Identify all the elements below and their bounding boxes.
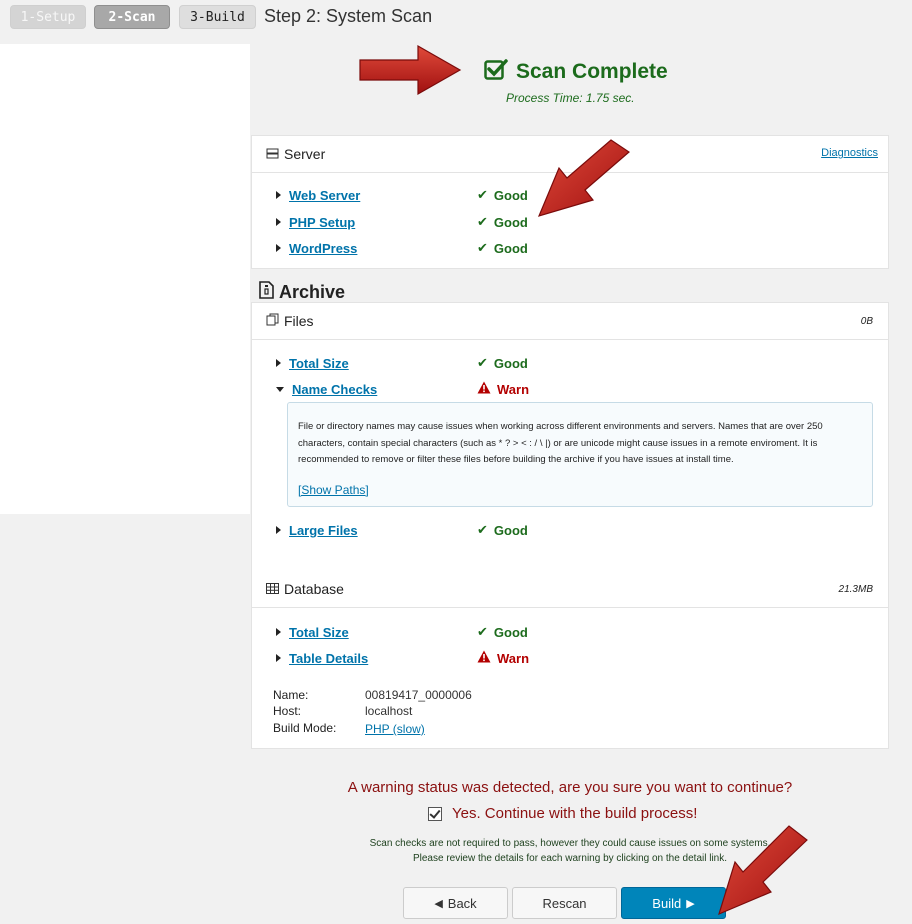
table-icon [266,581,279,597]
status-badge: ✔ Good [477,522,528,538]
name-checks-details-text: File or directory names may cause issues… [298,421,823,465]
build-button[interactable]: Build ▶ [621,887,726,919]
db-build-mode-link[interactable]: PHP (slow) [365,722,425,736]
status-badge: ✔ Good [477,624,528,640]
files-section-title: Files [284,313,314,329]
db-name-label: Name: [273,688,309,702]
continue-confirm-label[interactable]: Yes. Continue with the build process! [452,805,697,822]
warning-icon [477,381,491,397]
db-host-label: Host: [273,704,302,718]
name-checks-details-box: File or directory names may cause issues… [287,402,873,507]
check-icon: ✔ [477,624,488,639]
annotation-arrow-icon [359,44,462,96]
continue-checkbox[interactable] [428,806,442,821]
database-size: 21.3MB [838,584,873,595]
status-badge: ✔ Good [477,355,528,371]
check-table-details[interactable]: Table Details [276,649,368,667]
files-section-header: Files 0B [252,303,888,340]
check-files-total-size[interactable]: Total Size [276,354,349,372]
server-icon [266,146,279,162]
archive-title: Archive [259,281,345,304]
db-host-value: localhost [365,704,413,718]
server-panel-title: Server [284,146,326,162]
scan-complete-title: Scan Complete [516,60,668,83]
check-db-total-size[interactable]: Total Size [276,623,349,641]
caret-right-icon [276,244,281,252]
left-white-area [0,44,250,514]
check-icon: ✔ [477,522,488,537]
status-badge: ✔ Good [477,240,528,256]
archive-file-icon [259,281,274,304]
annotation-arrow-icon [537,139,630,217]
warning-icon [477,650,491,666]
db-build-mode-label: Build Mode: [273,721,337,735]
step-scan-button[interactable]: 2-Scan [94,5,170,29]
show-paths-link[interactable]: [Show Paths] [298,483,369,497]
check-web-server[interactable]: Web Server [276,186,360,204]
check-name-checks[interactable]: Name Checks [276,380,377,398]
arrow-left-icon: ◀ [434,897,443,910]
check-icon: ✔ [477,214,488,229]
annotation-arrow-icon [718,825,808,916]
back-button[interactable]: ◀ Back [403,887,508,919]
files-icon [266,313,279,329]
caret-right-icon [276,628,281,636]
status-badge: ✔ Good [477,187,528,203]
check-php-setup[interactable]: PHP Setup [276,213,355,231]
step-setup-button[interactable]: 1-Setup [10,5,86,29]
check-icon: ✔ [477,187,488,202]
page-title: Step 2: System Scan [264,6,433,26]
check-icon: ✔ [477,355,488,370]
diagnostics-link[interactable]: Diagnostics [821,147,878,159]
step-build-button[interactable]: 3-Build [179,5,256,29]
database-section-header: Database 21.3MB [252,571,888,608]
check-wordpress[interactable]: WordPress [276,239,357,257]
database-section-title: Database [284,581,344,597]
scan-complete-header: Scan Complete [484,58,668,86]
check-icon: ✔ [477,240,488,255]
rescan-button[interactable]: Rescan [512,887,617,919]
archive-panel: Files 0B Total Size Name Checks ✔ Good Wa… [251,302,889,749]
caret-right-icon [276,191,281,199]
warning-message: A warning status was detected, are you s… [347,779,793,796]
caret-right-icon [276,654,281,662]
db-name-value: 00819417_0000006 [365,688,472,702]
caret-down-icon [276,386,284,392]
status-badge: Warn [477,381,529,397]
caret-right-icon [276,218,281,226]
continue-confirm[interactable]: Yes. Continue with the build process! [428,805,697,822]
check-large-files[interactable]: Large Files [276,521,358,539]
arrow-right-icon: ▶ [686,897,695,910]
status-badge: ✔ Good [477,214,528,230]
status-badge: Warn [477,650,529,666]
caret-right-icon [276,359,281,367]
files-size: 0B [860,316,873,327]
caret-right-icon [276,526,281,534]
process-time: Process Time: 1.75 sec. [506,91,635,105]
checkbox-check-icon [484,58,508,86]
